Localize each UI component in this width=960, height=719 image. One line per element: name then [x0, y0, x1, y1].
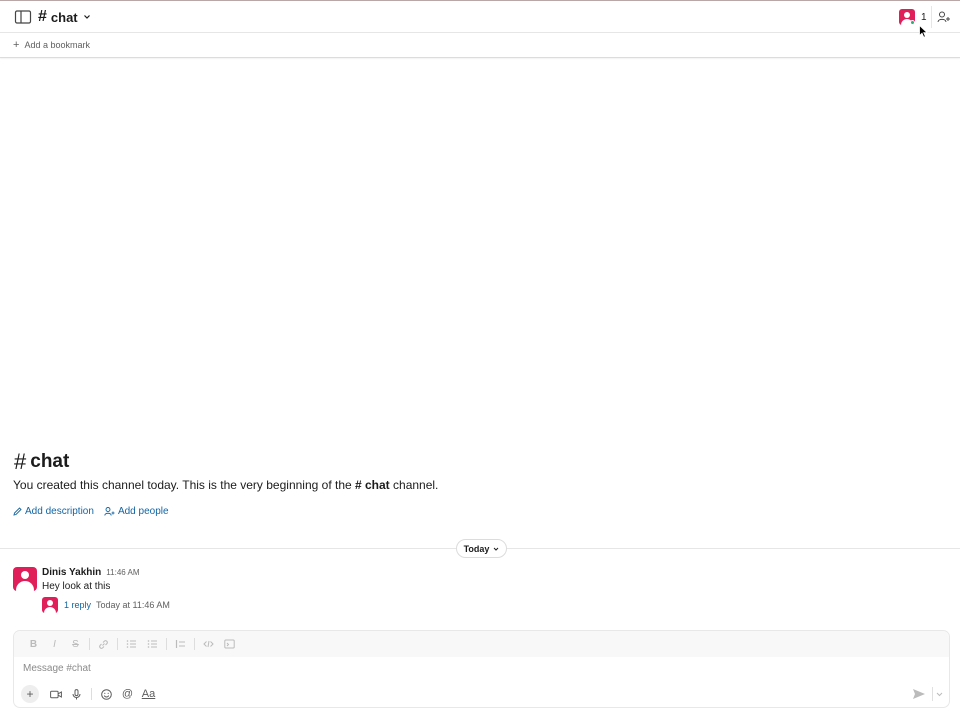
bookmarks-bar: + Add a bookmark [0, 34, 960, 58]
bulleted-list-button[interactable] [142, 635, 163, 653]
add-member-button[interactable] [931, 6, 951, 28]
message-timestamp[interactable]: 11:46 AM [106, 568, 139, 577]
intro-description: You created this channel today. This is … [13, 478, 438, 492]
toolbar-divider [117, 638, 118, 650]
toolbar-divider [166, 638, 167, 650]
emoji-button[interactable] [96, 685, 117, 703]
send-icon[interactable] [911, 687, 927, 701]
intro-channel-name: chat [30, 451, 70, 472]
intro-text-before: You created this channel today. This is … [13, 478, 355, 492]
intro-text-after: channel. [389, 478, 439, 492]
link-icon [99, 639, 108, 649]
online-status-dot [910, 20, 915, 25]
send-options-button[interactable] [932, 687, 946, 701]
add-bookmark-label: Add a bookmark [24, 40, 90, 50]
toolbar-divider [194, 638, 195, 650]
plus-icon: + [13, 39, 20, 51]
add-people-link[interactable]: Add people [104, 506, 169, 517]
add-bookmark-button[interactable]: + Add a bookmark [13, 39, 90, 51]
numbered-list-button[interactable] [121, 635, 142, 653]
add-person-icon [104, 507, 115, 516]
message-header: Dinis Yakhin 11:46 AM [42, 567, 140, 578]
blockquote-button[interactable] [170, 635, 191, 653]
channel-name-button[interactable]: # chat [38, 8, 91, 26]
intro-actions: Add description Add people [13, 506, 169, 517]
channel-name: chat [50, 9, 78, 25]
member-count: 1 [921, 11, 927, 23]
code-icon [203, 640, 214, 648]
attach-button[interactable]: + [21, 685, 39, 703]
composer-actions: + @ Aa [21, 685, 159, 703]
chevron-down-icon [936, 692, 943, 696]
code-block-button[interactable] [219, 635, 240, 653]
toolbar-divider [89, 638, 90, 650]
add-description-label: Add description [25, 506, 94, 517]
blockquote-icon [175, 640, 185, 648]
strikethrough-button[interactable]: S [65, 635, 86, 653]
emoji-icon [101, 688, 112, 700]
add-member-icon [937, 11, 950, 23]
link-button[interactable] [93, 635, 114, 653]
mention-icon: @ [121, 688, 134, 700]
channel-header: # chat 1 [0, 1, 960, 33]
message-input[interactable]: Message #chat [23, 663, 91, 674]
message-text: Hey look at this [42, 581, 111, 592]
mouse-cursor-icon [919, 25, 928, 38]
pencil-icon [13, 507, 22, 516]
bulleted-list-icon [147, 640, 157, 648]
chevron-down-icon [494, 547, 499, 551]
reply-timestamp: Today at 11:46 AM [96, 600, 170, 610]
plus-icon: + [26, 687, 34, 701]
message-author-avatar[interactable] [13, 567, 37, 591]
video-icon [49, 690, 62, 698]
text-style-button[interactable]: Aa [138, 685, 159, 703]
mention-button[interactable]: @ [117, 685, 138, 703]
intro-channel-ref[interactable]: # chat [355, 478, 390, 492]
video-clip-button[interactable] [45, 685, 66, 703]
message-composer: B I S Message #chat + @ Aa [13, 630, 950, 708]
date-jump-button[interactable]: Today [456, 539, 507, 558]
reply-avatar [42, 597, 58, 613]
mic-icon [72, 688, 81, 699]
date-label: Today [463, 543, 490, 554]
thread-replies-button[interactable]: 1 reply Today at 11:46 AM [42, 597, 170, 613]
reply-count[interactable]: 1 reply [64, 600, 91, 610]
formatting-toolbar: B I S [14, 631, 949, 657]
toolbar-divider [91, 688, 92, 700]
message-author[interactable]: Dinis Yakhin [42, 567, 101, 578]
numbered-list-icon [126, 640, 136, 648]
add-people-label: Add people [117, 506, 169, 517]
intro-hash-icon: # [14, 449, 27, 474]
sidebar-toggle-icon[interactable] [14, 9, 32, 25]
italic-button[interactable]: I [44, 635, 65, 653]
intro-title: # chat [14, 449, 69, 475]
audio-clip-button[interactable] [66, 685, 87, 703]
code-button[interactable] [198, 635, 219, 653]
chevron-down-icon [83, 15, 90, 19]
channel-hash-icon: # [38, 8, 47, 25]
bold-button[interactable]: B [23, 635, 44, 653]
add-description-link[interactable]: Add description [13, 506, 94, 517]
code-block-icon [224, 639, 235, 649]
